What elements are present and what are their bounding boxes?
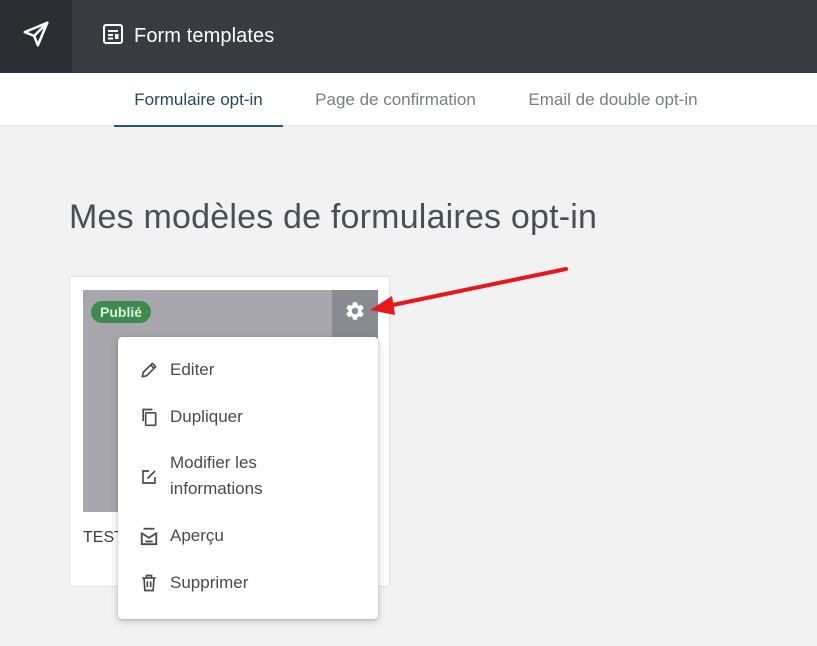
menu-item-label: Aperçu [170, 526, 224, 545]
tab-formulaire-opt-in[interactable]: Formulaire opt-in [114, 73, 283, 127]
menu-item-apercu[interactable]: Aperçu [118, 523, 378, 549]
status-badge: Publié [91, 301, 152, 323]
trash-icon [138, 572, 160, 594]
page-title: Form templates [134, 24, 275, 47]
top-bar: Form templates [0, 0, 817, 73]
app-title: Form templates [102, 22, 274, 50]
pencil-icon [138, 359, 160, 381]
paper-plane-icon [21, 19, 51, 54]
tab-email-double-opt-in[interactable]: Email de double opt-in [513, 73, 713, 126]
tab-bar: Formulaire opt-in Page de confirmation E… [0, 73, 817, 127]
settings-menu: Editer Dupliquer Modifier les informatio… [118, 337, 378, 619]
app-logo[interactable] [0, 0, 72, 73]
menu-item-dupliquer[interactable]: Dupliquer [118, 404, 378, 430]
menu-item-editer[interactable]: Editer [118, 357, 378, 383]
form-template-icon [102, 23, 124, 50]
copy-icon [138, 406, 160, 428]
menu-item-label: Editer [170, 360, 215, 379]
menu-item-modifier-informations[interactable]: Modifier les informations [118, 450, 378, 504]
menu-item-supprimer[interactable]: Supprimer [118, 570, 378, 596]
menu-item-label: Modifier les informations [170, 453, 263, 498]
settings-button[interactable] [332, 290, 378, 337]
menu-item-label: Dupliquer [170, 407, 243, 426]
gear-icon [344, 300, 366, 327]
preview-icon [138, 525, 160, 547]
tab-page-de-confirmation[interactable]: Page de confirmation [299, 73, 492, 126]
menu-item-label: Supprimer [170, 573, 249, 592]
edit-info-icon [138, 466, 160, 488]
section-heading: Mes modèles de formulaires opt-in [69, 198, 598, 236]
